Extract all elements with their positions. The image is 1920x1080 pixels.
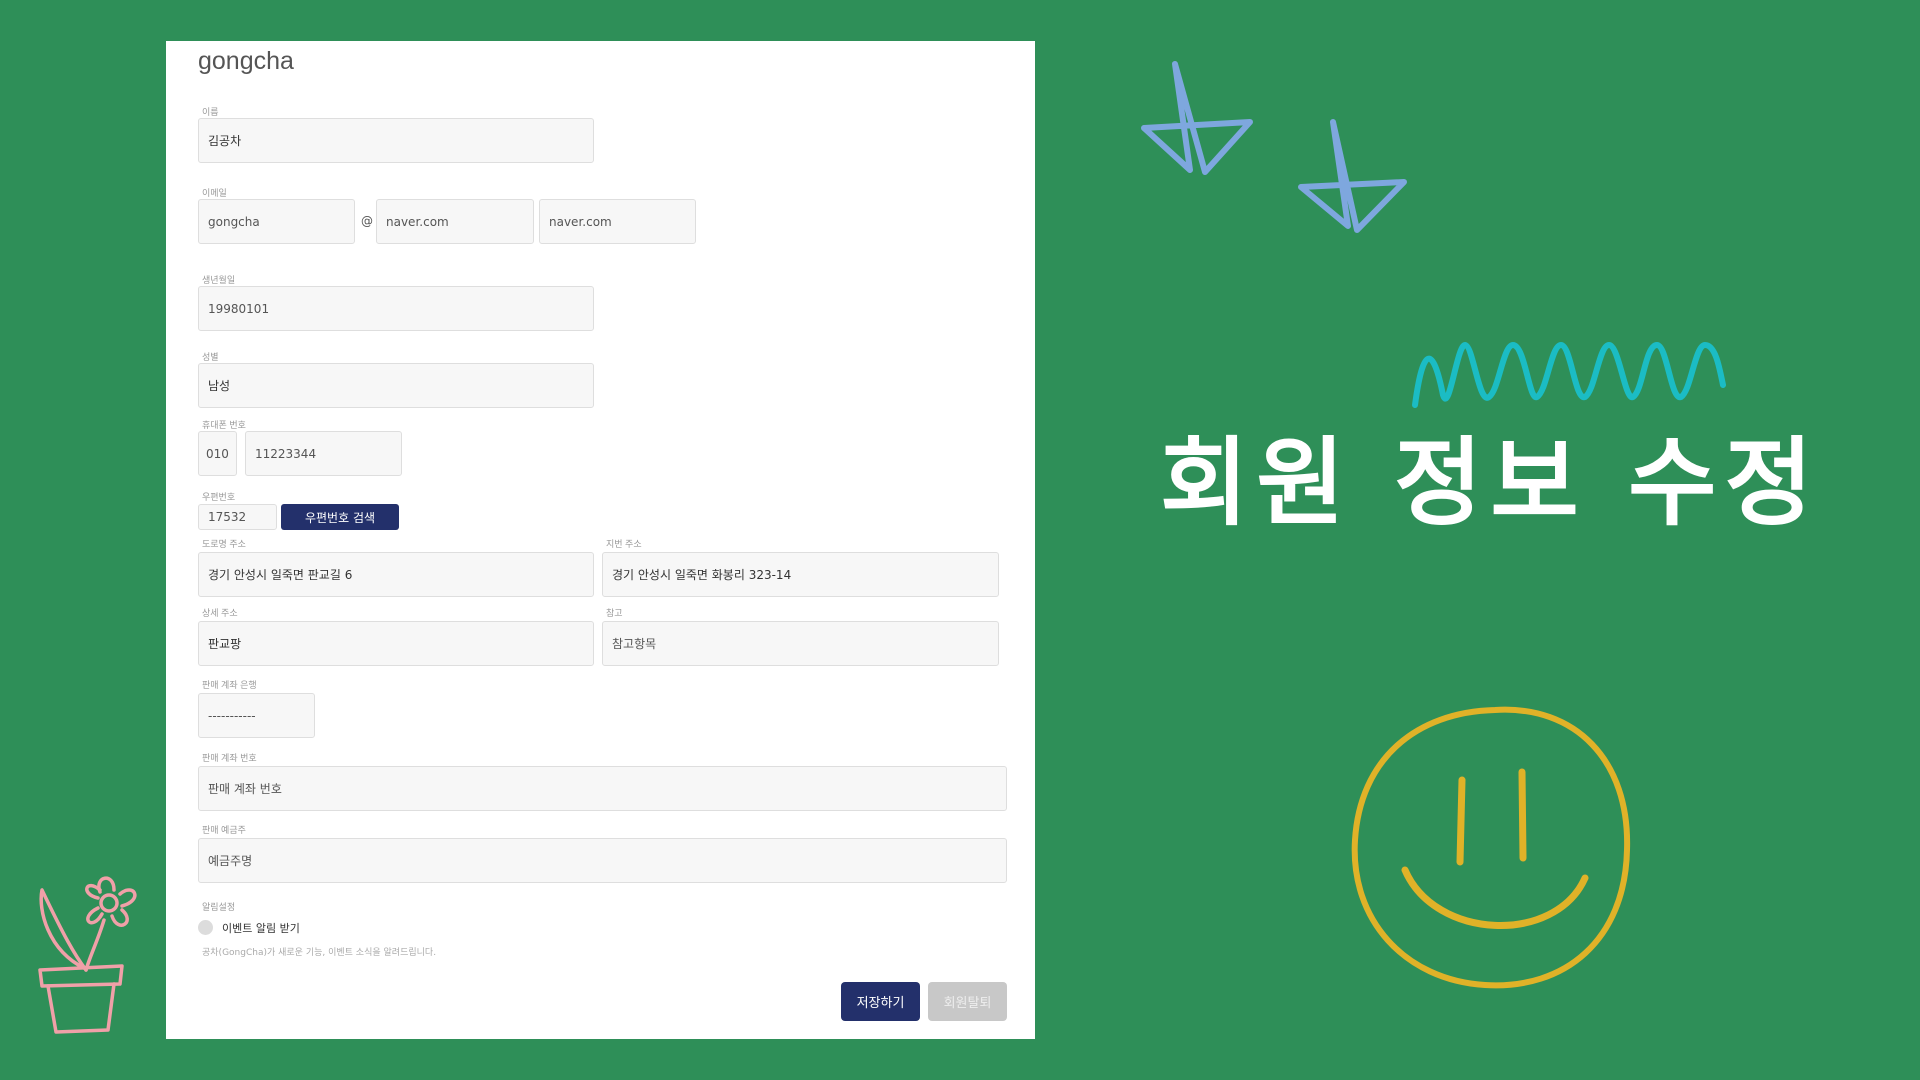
event-alert-label[interactable]: 이벤트 알림 받기 [222,920,300,936]
save-button[interactable]: 저장하기 [841,982,920,1021]
detail-address-input[interactable]: 판교팡 [198,621,594,666]
account-holder-input[interactable]: 예금주명 [198,838,1007,883]
star-icon [1141,61,1253,175]
account-number-input[interactable]: 판매 계좌 번호 [198,766,1007,811]
email-id-input[interactable]: gongcha [198,199,355,244]
notification-label: 알림설정 [202,902,236,912]
email-at-sign: @ [361,214,373,228]
zigzag-doodle [1412,341,1726,408]
jibun-address-input[interactable]: 경기 안성시 일죽면 화봉리 323-14 [602,552,999,597]
account-number-label: 판매 계좌 번호 [202,753,257,763]
reference-input[interactable]: 참고항목 [602,621,999,666]
phone-number-input[interactable]: 11223344 [245,431,402,476]
road-address-input[interactable]: 경기 안성시 일죽면 판교길 6 [198,552,594,597]
zipcode-search-button[interactable]: 우편번호 검색 [281,504,399,530]
birth-label: 생년월일 [202,275,236,285]
phone-prefix-input[interactable]: 010 [198,431,237,476]
member-form-panel: gongcha 이름 김공차 이메일 gongcha @ naver.com n… [166,41,1035,1039]
gender-label: 성별 [202,352,219,362]
road-address-label: 도로명 주소 [202,539,246,549]
brand-logo: gongcha [198,47,294,75]
zipcode-label: 우편번호 [202,492,236,502]
star-icon [1298,119,1407,233]
reference-label: 참고 [606,608,623,618]
event-alert-notice: 공차(GongCha)가 새로운 기능, 이벤트 소식을 알려드립니다. [202,948,437,958]
withdraw-button[interactable]: 회원탈퇴 [928,982,1007,1021]
jibun-address-label: 지번 주소 [606,539,642,549]
email-domain-input[interactable]: naver.com [376,199,534,244]
zipcode-input[interactable]: 17532 [198,504,277,530]
email-domain-select[interactable]: naver.com [539,199,696,244]
birth-input[interactable]: 19980101 [198,286,594,331]
name-input[interactable]: 김공차 [198,118,594,163]
event-alert-radio[interactable] [198,920,213,935]
account-holder-label: 판매 예금주 [202,825,246,835]
smiley-icon [1351,706,1631,989]
gender-input[interactable]: 남성 [198,363,594,408]
email-label: 이메일 [202,188,227,198]
bank-select[interactable]: ----------- [198,693,315,738]
detail-address-label: 상세 주소 [202,608,238,618]
phone-label: 휴대폰 번호 [202,420,246,430]
flower-pot-icon [38,876,137,1034]
stars-doodle [1141,61,1407,233]
page-hero-title: 회원 정보 수정 [1160,427,1821,539]
name-label: 이름 [202,107,219,117]
bank-label: 판매 계좌 은행 [202,680,257,690]
